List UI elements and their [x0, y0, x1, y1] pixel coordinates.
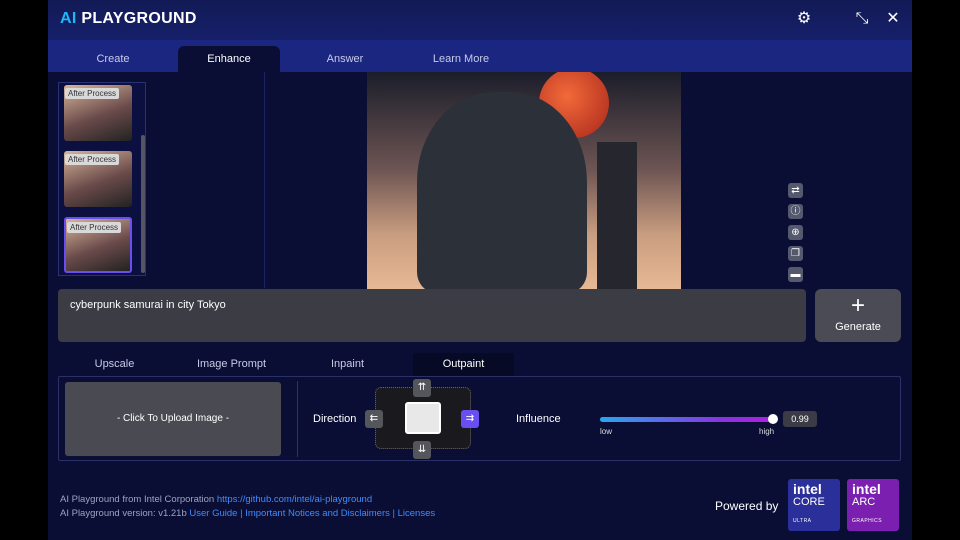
- github-link[interactable]: https://github.com/intel/ai-playground: [217, 494, 372, 505]
- history-item[interactable]: After Process: [64, 85, 132, 141]
- low-label: low: [600, 427, 613, 436]
- direction-down-button[interactable]: ⇊: [413, 441, 431, 459]
- tab-answer[interactable]: Answer: [294, 46, 396, 72]
- image-actions: ⇄ ⓘ ⊕ ❐ ▬: [788, 183, 804, 288]
- info-icon[interactable]: ⓘ: [788, 204, 803, 219]
- pagoda: [597, 142, 637, 289]
- tab-inpaint[interactable]: Inpaint: [297, 353, 398, 376]
- history-scrollbar[interactable]: [141, 135, 145, 273]
- upload-image-button[interactable]: - Click To Upload Image -: [65, 382, 281, 456]
- tab-learn-more[interactable]: Learn More: [410, 46, 512, 72]
- outpaint-panel: - Click To Upload Image - Direction ⇈ ⇊ …: [58, 376, 901, 461]
- divider: [264, 72, 265, 288]
- slider-knob[interactable]: [768, 414, 779, 424]
- tab-outpaint[interactable]: Outpaint: [413, 353, 514, 376]
- footer-line-2: AI Playground version: v1.21b User Guide…: [60, 508, 436, 519]
- tab-create[interactable]: Create: [62, 46, 164, 72]
- divider: [297, 381, 298, 457]
- header: AI PLAYGROUND ⚙ ⤡ ✕: [48, 0, 912, 40]
- history-item[interactable]: After Process: [64, 151, 132, 207]
- separator: |: [392, 508, 395, 519]
- direction-left-button[interactable]: ⇇: [365, 410, 383, 428]
- user-guide-link[interactable]: User Guide: [189, 508, 237, 519]
- notices-link[interactable]: Important Notices and Disclaimers: [245, 508, 390, 519]
- history-list: After Process After Process After Proces…: [58, 82, 146, 276]
- powered-by-label: Powered by: [715, 499, 779, 513]
- minimize-icon[interactable]: ⤡: [854, 11, 870, 27]
- direction-right-button[interactable]: ⇉: [461, 410, 479, 428]
- result-image[interactable]: [367, 72, 681, 289]
- intel-arc-graphics-logo: intel ARC GRAPHICS: [847, 479, 899, 531]
- tab-upscale[interactable]: Upscale: [64, 353, 165, 376]
- image-icon: [405, 402, 441, 434]
- folder-icon[interactable]: ▬: [788, 267, 803, 282]
- influence-value[interactable]: 0.99: [783, 411, 817, 427]
- history-item-selected[interactable]: After Process: [64, 217, 132, 273]
- licenses-link[interactable]: Licenses: [398, 508, 436, 519]
- zoom-icon[interactable]: ⊕: [788, 225, 803, 240]
- swap-icon[interactable]: ⇄: [788, 183, 803, 198]
- tab-enhance[interactable]: Enhance: [178, 46, 280, 72]
- close-icon[interactable]: ✕: [885, 11, 901, 27]
- main-tabs: Create Enhance Answer Learn More: [48, 40, 912, 72]
- gear-icon[interactable]: ⚙: [796, 11, 812, 27]
- tab-image-prompt[interactable]: Image Prompt: [181, 353, 282, 376]
- influence-label: Influence: [516, 413, 561, 425]
- footer-line-1: AI Playground from Intel Corporation htt…: [60, 494, 373, 505]
- separator: |: [240, 508, 243, 519]
- generate-button[interactable]: + Generate: [815, 289, 901, 342]
- copy-icon[interactable]: ❐: [788, 246, 803, 261]
- samurai: [417, 92, 587, 289]
- prompt-input[interactable]: cyberpunk samurai in city Tokyo: [58, 289, 806, 342]
- plus-icon: +: [850, 292, 865, 319]
- high-label: high: [759, 427, 775, 436]
- app-logo: AI PLAYGROUND: [60, 10, 197, 27]
- app-window: AI PLAYGROUND ⚙ ⤡ ✕ Create Enhance Answe…: [48, 0, 912, 540]
- direction-label: Direction: [313, 413, 357, 425]
- direction-up-button[interactable]: ⇈: [413, 379, 431, 397]
- influence-slider[interactable]: [600, 414, 779, 424]
- intel-core-ultra-logo: intel CORE ULTRA: [788, 479, 840, 531]
